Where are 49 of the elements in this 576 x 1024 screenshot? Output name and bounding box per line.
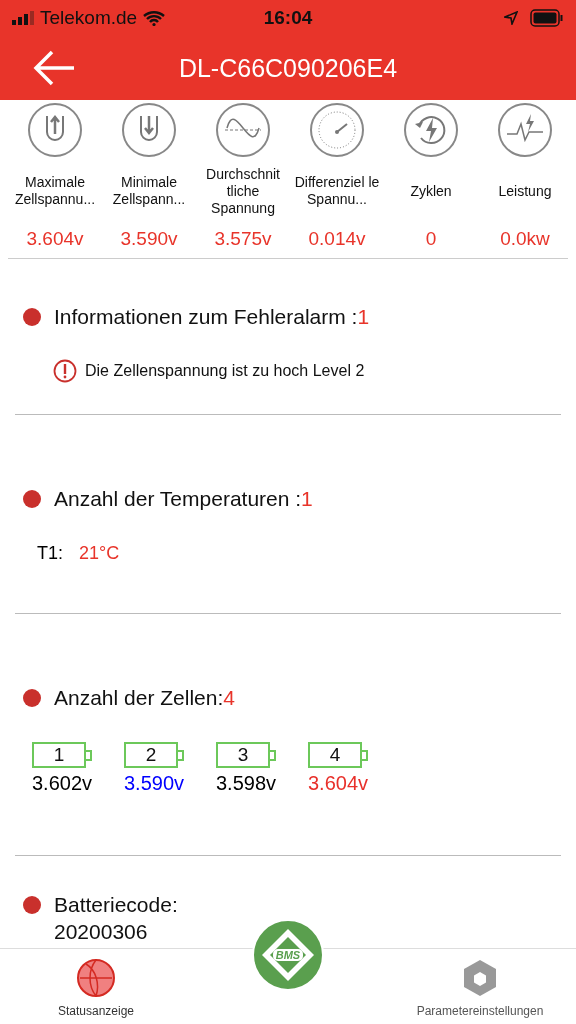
sensor-name: T1:: [37, 543, 63, 564]
tab[interactable]: Parametereinstellungen: [384, 949, 576, 1024]
signal-icon: [12, 11, 34, 25]
cycle-bolt-icon: [403, 102, 459, 158]
battery-cell: 3: [216, 742, 276, 768]
globe-icon: [76, 958, 116, 998]
u-tube-icon: [27, 102, 83, 158]
wifi-icon: [143, 10, 166, 26]
section-title: Anzahl der Temperaturen :1: [54, 487, 313, 511]
section-title: Informationen zum Fehleralarm :1: [54, 305, 370, 329]
cell-voltage: 3.598v: [215, 772, 277, 795]
battery-cell: 4: [308, 742, 368, 768]
cell-voltage: 3.604v: [307, 772, 369, 795]
bullet-dot: [23, 308, 41, 326]
cell-voltage: 3.602v: [31, 772, 93, 795]
sine-wave-icon: [215, 102, 271, 158]
bullet-dot: [23, 689, 41, 707]
tab[interactable]: Statusanzeige: [0, 949, 192, 1024]
metric-label: Maximale Zellspannu...: [13, 173, 97, 209]
metric-label: Differenziel le Spannu...: [293, 173, 381, 209]
battery-cell: 2: [124, 742, 184, 768]
carrier-name: Telekom.de: [40, 7, 138, 29]
metric-value: 3.590v: [120, 228, 178, 250]
bullet-dot: [23, 490, 41, 508]
cell-voltage: 3.590v: [123, 772, 185, 795]
exclamation-icon: [53, 359, 77, 383]
metric-label: Leistung: [497, 181, 553, 201]
u-tube-icon: [121, 102, 177, 158]
metric-label: Durchschnit tliche Spannung: [205, 164, 281, 218]
metric-value: 0.014v: [308, 228, 366, 250]
metric-label: Minimale Zellspann...: [111, 173, 187, 209]
metric-value: 3.604v: [26, 228, 84, 250]
metric-value: 0: [425, 228, 437, 250]
battery-code: 20200306: [54, 920, 149, 944]
bullet-dot: [23, 896, 41, 914]
pulse-bolt-icon: [497, 102, 553, 158]
section-title: Batteriecode:: [54, 893, 178, 917]
location-arrow-icon: [504, 11, 518, 25]
metric-value: 0.0kw: [500, 228, 550, 250]
metric-label: Zyklen: [409, 181, 453, 201]
battery-cell: 1: [32, 742, 92, 768]
metric-value: 3.575v: [214, 228, 272, 250]
sensor-temperature: 21°C: [79, 543, 120, 564]
gauge-icon: [309, 102, 365, 158]
clock-time: 16:04: [263, 7, 313, 29]
battery-icon: [530, 9, 564, 27]
alarm-message: Die Zellenspannung ist zu hoch Level 2: [85, 362, 365, 380]
device-title: DL-C66C090206E4: [178, 53, 398, 83]
section-title: Anzahl der Zellen:4: [54, 686, 235, 710]
